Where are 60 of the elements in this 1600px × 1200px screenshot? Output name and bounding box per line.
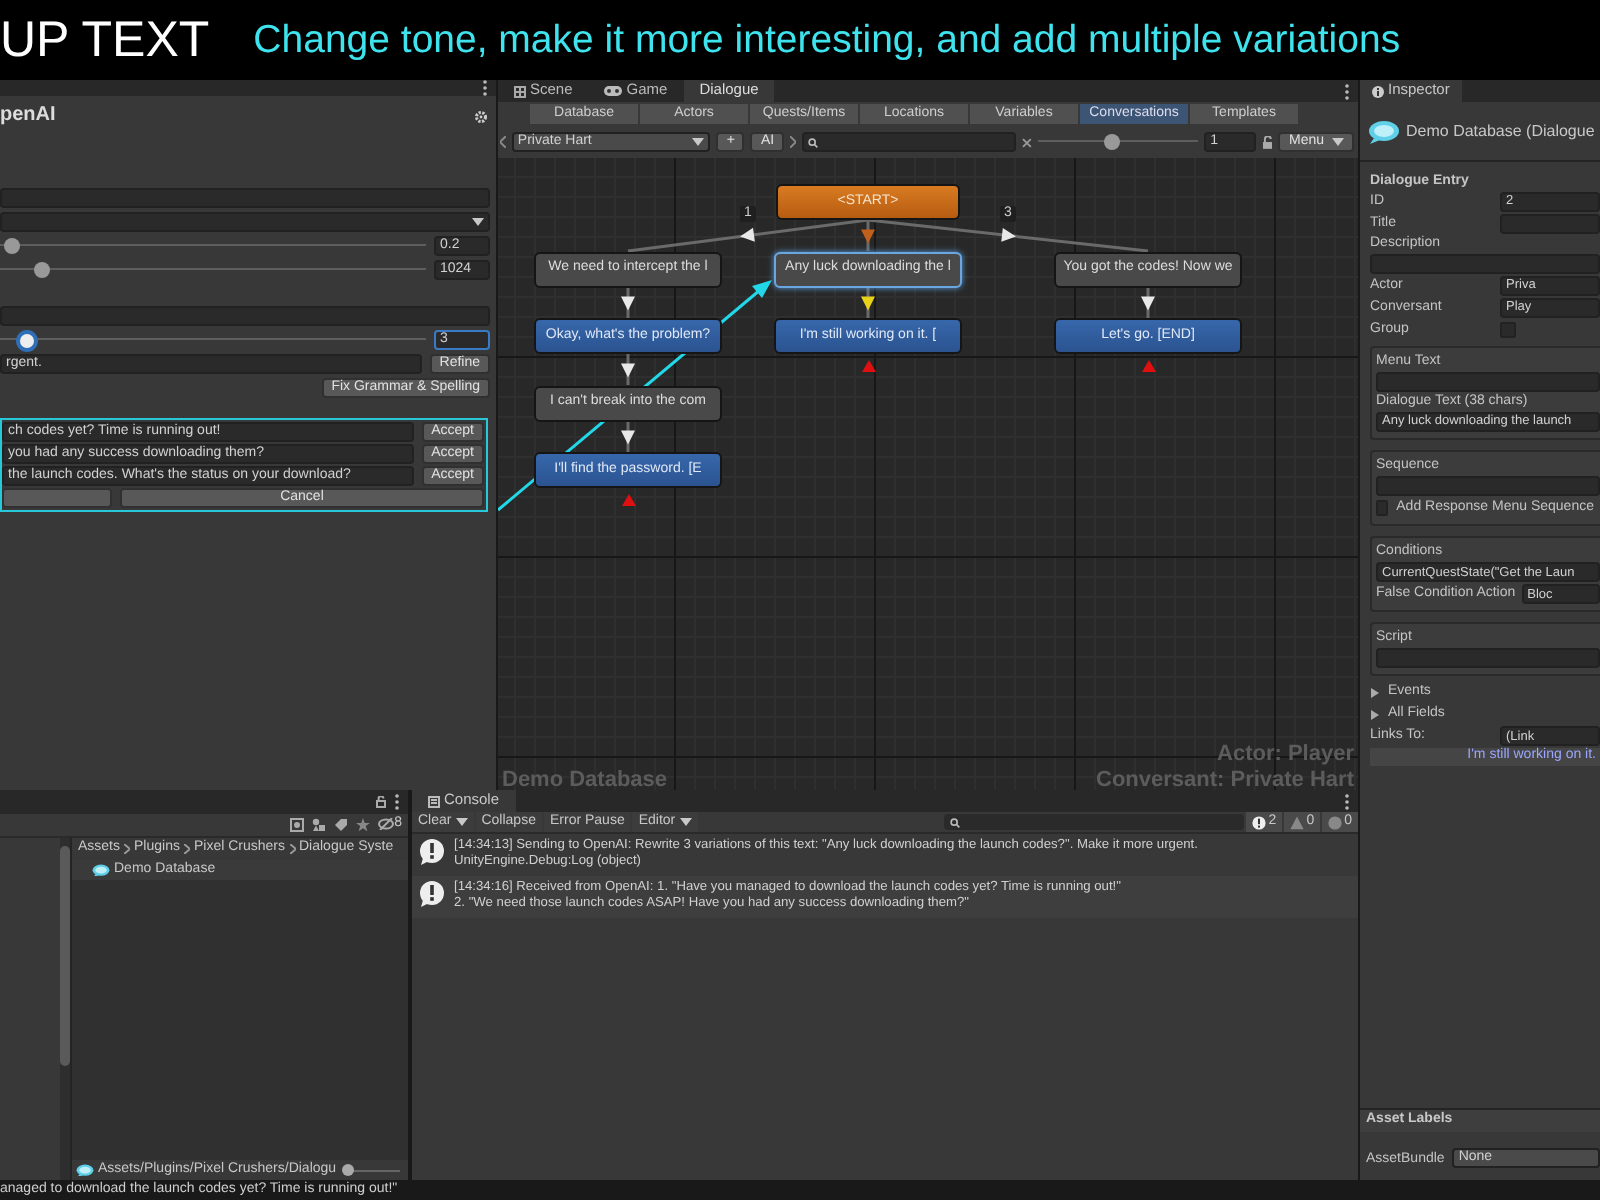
chevron-icon — [289, 844, 295, 854]
chevron-icon[interactable] — [790, 136, 797, 148]
inspector-title: Demo Database (Dialogue — [1406, 121, 1595, 141]
actor-label: Actor: Player — [1217, 742, 1354, 768]
more-options-icon[interactable] — [482, 80, 488, 96]
slider-thumb[interactable] — [342, 1164, 354, 1176]
chevron-icon — [124, 844, 131, 854]
banner-title: UP TEXT — [0, 11, 210, 69]
console-icon — [428, 795, 440, 807]
connector-arrow — [861, 287, 875, 318]
gamepad-icon — [604, 86, 623, 96]
slider-track[interactable] — [0, 260, 426, 280]
banner-subtitle: Change tone, make it more interesting, and add multiple variations — [253, 17, 1401, 63]
caret-icon — [679, 818, 692, 826]
slider-thumb[interactable] — [4, 238, 21, 254]
close-icon[interactable] — [1022, 137, 1033, 147]
eye-slash-icon — [378, 818, 395, 831]
speech-bubble-icon — [76, 1163, 94, 1177]
slider-thumb[interactable] — [34, 262, 51, 278]
text-field[interactable] — [1376, 372, 1600, 393]
lock-icon[interactable] — [1261, 135, 1273, 149]
caret-icon — [472, 218, 484, 226]
slider-track[interactable] — [0, 330, 426, 350]
chevron-icon — [183, 844, 190, 854]
end-marker-icon — [861, 360, 875, 372]
slider-track[interactable] — [1038, 132, 1199, 152]
text-field[interactable] — [1376, 648, 1600, 669]
connector-arrow — [621, 287, 635, 318]
end-marker-icon — [621, 494, 635, 506]
end-marker-icon — [1141, 360, 1155, 372]
search-field[interactable] — [802, 132, 1017, 152]
text-field[interactable] — [1376, 476, 1600, 497]
more-options-icon[interactable] — [1344, 83, 1350, 99]
connector-arrow — [621, 354, 635, 385]
info-icon — [418, 838, 446, 866]
star-icon[interactable] — [356, 818, 371, 832]
slider-track[interactable] — [0, 236, 426, 256]
lock-icon[interactable] — [376, 796, 386, 808]
chevron-icon[interactable] — [500, 136, 506, 148]
tag-icon[interactable] — [334, 818, 349, 832]
grid-icon — [514, 85, 526, 97]
checkbox[interactable] — [1376, 500, 1389, 517]
slider-thumb[interactable] — [1103, 134, 1120, 150]
panel-title: penAI — [0, 104, 56, 128]
more-options-icon[interactable] — [394, 794, 400, 810]
scrollbar[interactable] — [60, 838, 70, 1180]
error-icon — [1328, 815, 1343, 829]
connector-arrow — [621, 421, 635, 452]
speech-bubble-icon — [1368, 119, 1400, 143]
search-field[interactable] — [944, 814, 1245, 830]
caret-icon — [455, 818, 468, 826]
caret-icon — [692, 138, 705, 146]
settings-icon[interactable] — [474, 109, 488, 123]
slider-thumb[interactable] — [15, 330, 38, 352]
speech-bubble-icon — [92, 863, 110, 877]
more-options-icon[interactable] — [1344, 793, 1350, 809]
shapes-icon[interactable] — [312, 818, 327, 832]
connector-arrow — [1141, 287, 1155, 318]
caret-icon — [1332, 138, 1344, 146]
info-icon — [1372, 85, 1384, 97]
